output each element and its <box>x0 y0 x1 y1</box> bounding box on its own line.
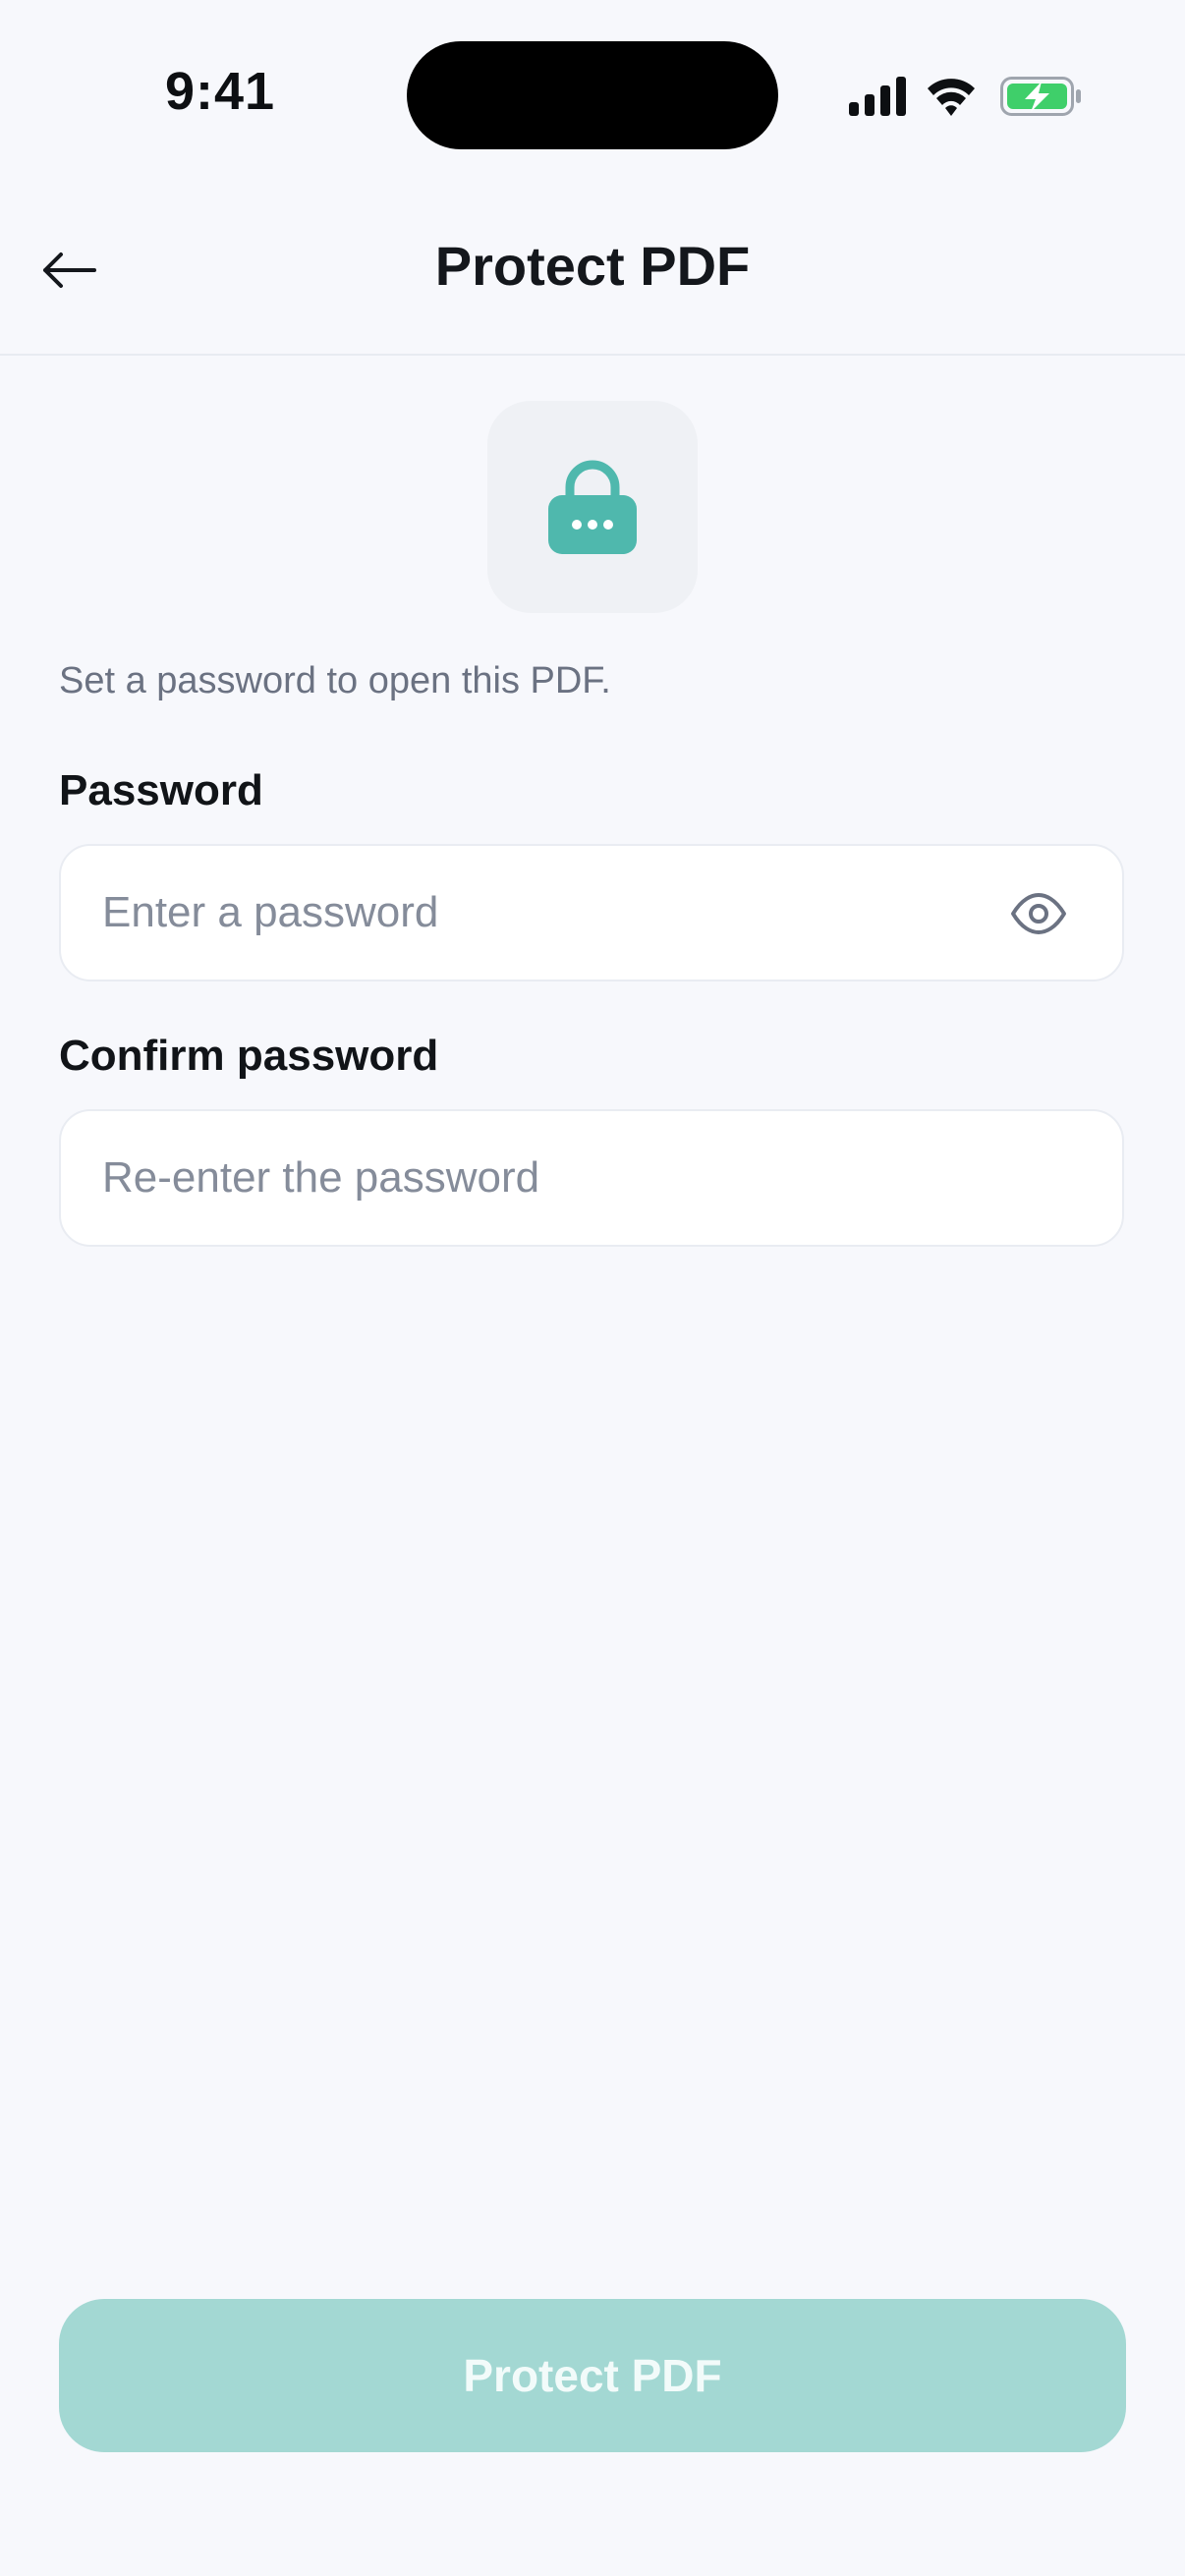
battery-charging-icon <box>1000 77 1081 116</box>
password-field-container <box>59 844 1124 981</box>
status-bar: 9:41 <box>0 0 1185 187</box>
confirm-password-field-container <box>59 1109 1124 1247</box>
status-time: 9:41 <box>165 62 276 121</box>
status-icons <box>847 73 1083 120</box>
eye-icon <box>1011 893 1066 934</box>
lock-icon <box>548 460 637 554</box>
confirm-password-input[interactable] <box>102 1111 987 1245</box>
password-label: Password <box>59 766 263 814</box>
cellular-signal-icon <box>849 77 906 116</box>
protect-pdf-button[interactable]: Protect PDF <box>59 2299 1126 2452</box>
helper-text: Set a password to open this PDF. <box>59 660 611 701</box>
nav-bar: Protect PDF <box>0 187 1185 356</box>
dynamic-island <box>407 41 778 149</box>
show-password-button[interactable] <box>1004 881 1073 946</box>
page-title: Protect PDF <box>434 235 751 297</box>
lock-tile <box>487 401 698 613</box>
password-input[interactable] <box>102 846 987 980</box>
wifi-icon <box>928 79 975 116</box>
confirm-password-label: Confirm password <box>59 1032 439 1080</box>
